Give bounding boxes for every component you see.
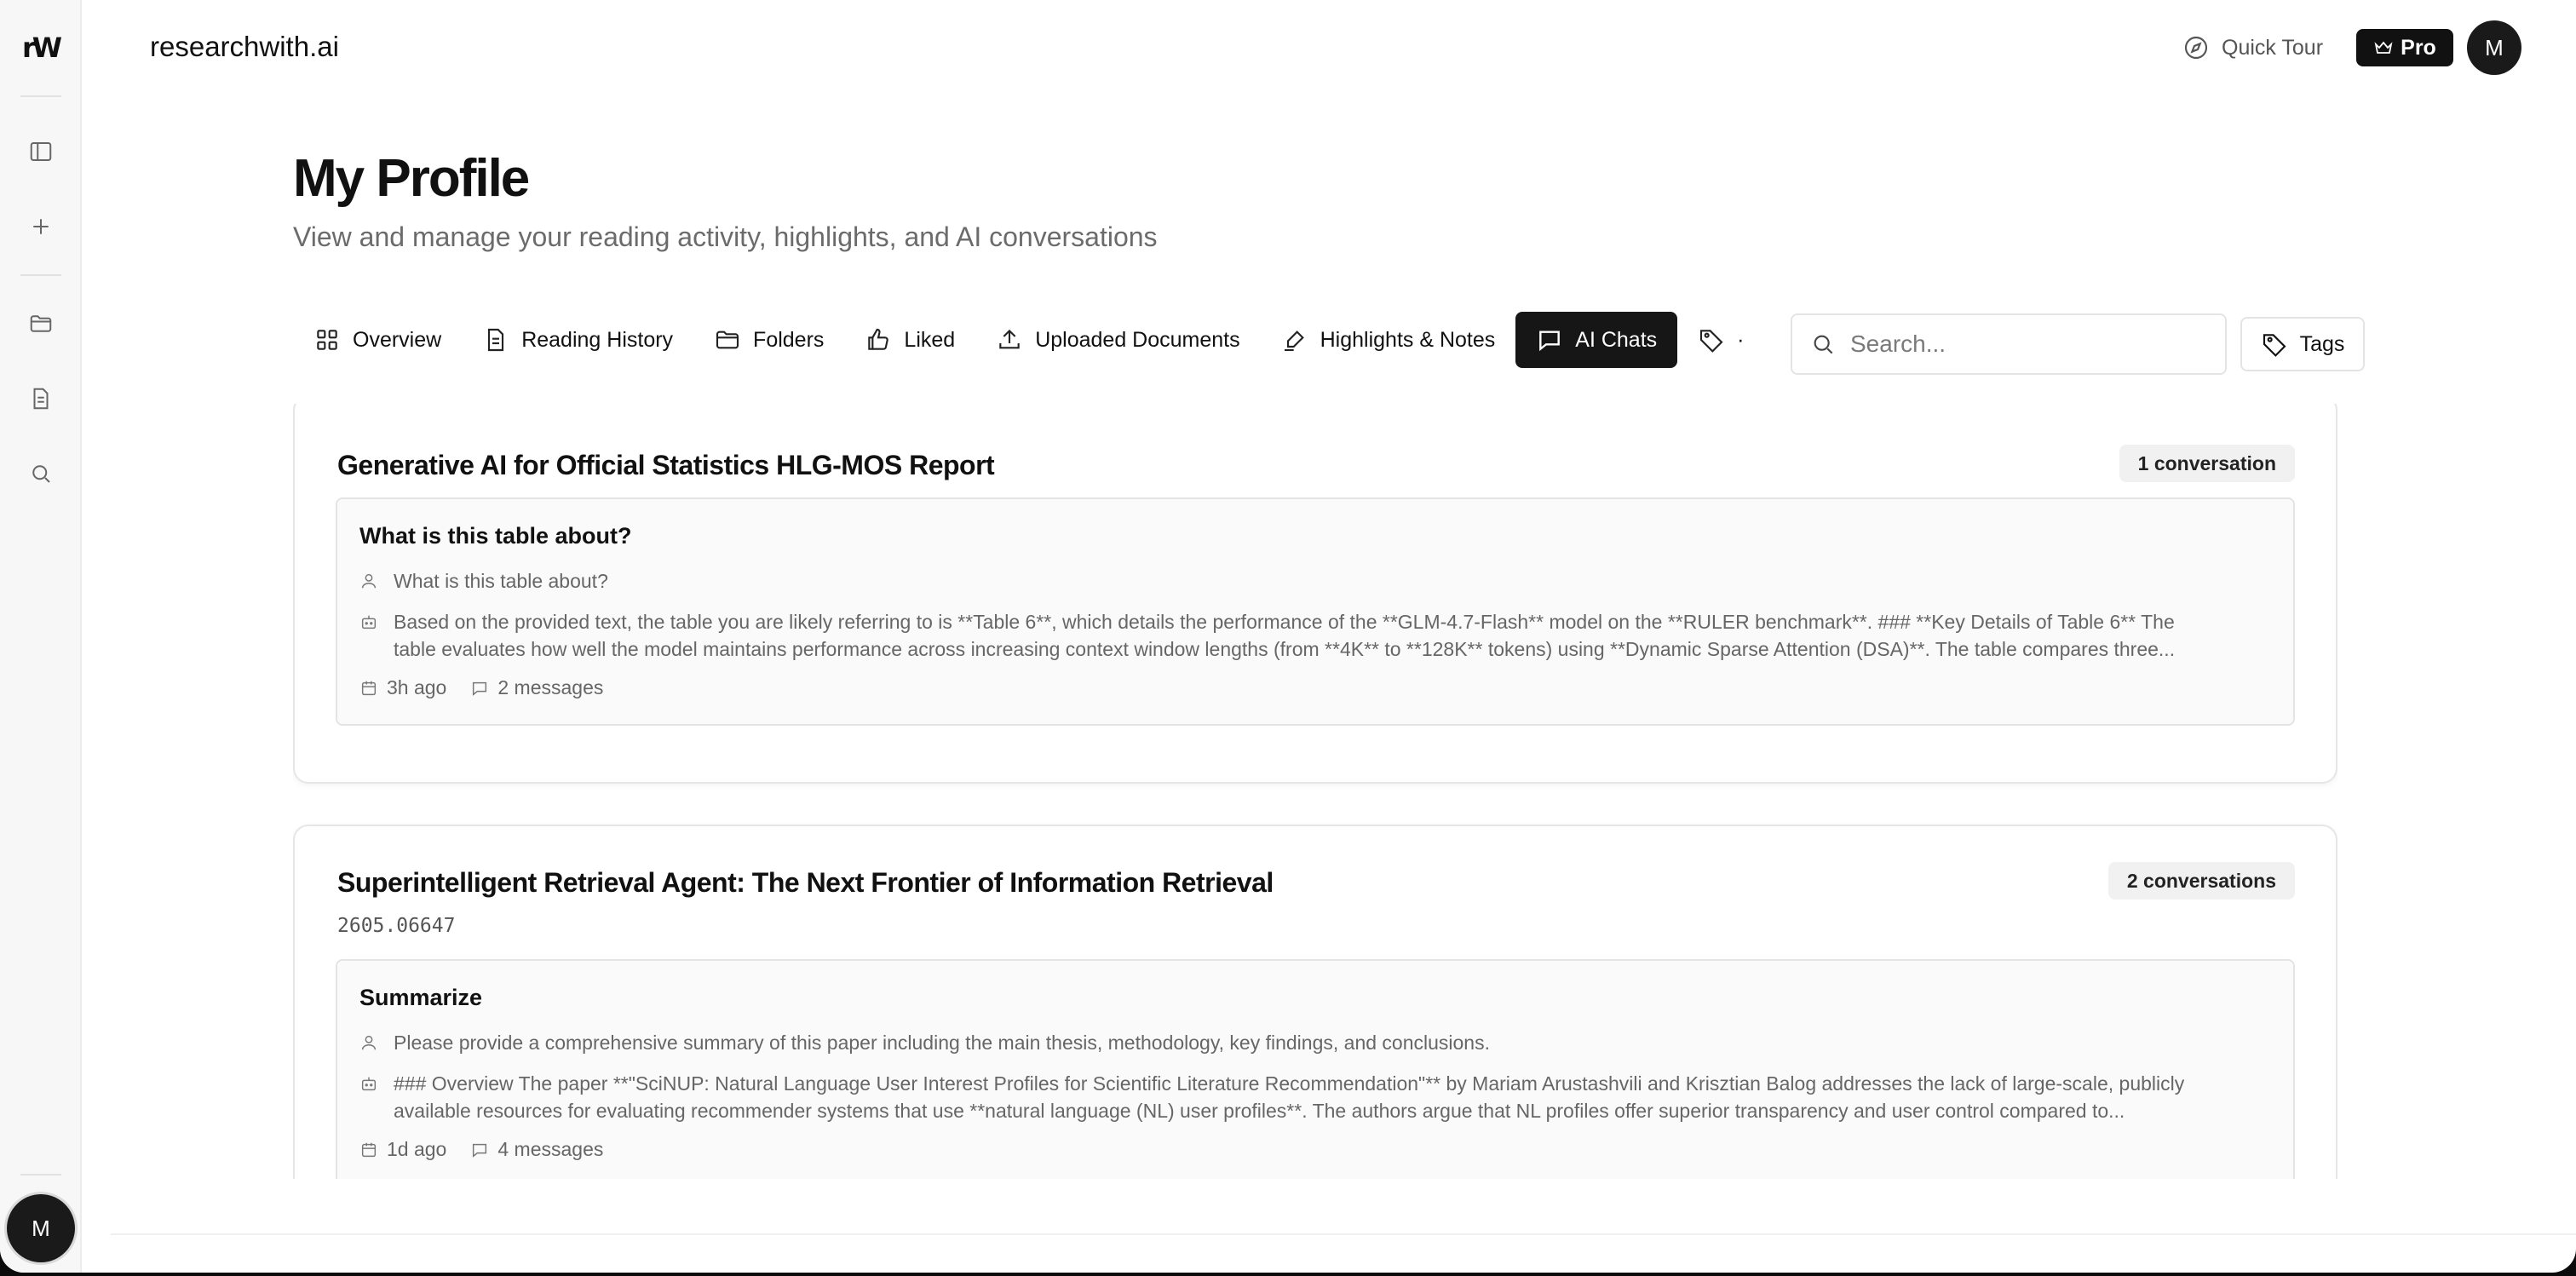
tab-label: AI Chats <box>1575 327 1658 352</box>
document-icon <box>488 328 504 352</box>
pro-button[interactable]: Pro <box>2356 29 2453 66</box>
tab-label: Liked <box>904 327 956 352</box>
document-icon[interactable] <box>24 382 58 416</box>
tag-icon <box>2263 334 2286 357</box>
user-avatar[interactable]: M <box>2467 20 2521 75</box>
tab-label: Overview <box>353 327 442 352</box>
chat-icon <box>473 681 487 696</box>
calendar-icon <box>361 681 377 695</box>
user-icon <box>361 1035 377 1050</box>
tab-label: Reading History <box>521 327 674 352</box>
ai-message-text: Based on the provided text, the table yo… <box>394 608 2175 663</box>
tags-button-label: Tags <box>2299 331 2345 356</box>
paper-title[interactable]: Generative AI for Official Statistics HL… <box>337 450 995 481</box>
highlighter-icon <box>1284 330 1304 352</box>
tag-icon <box>1700 330 1723 353</box>
user-message-text: Please provide a comprehensive summary o… <box>394 1032 1490 1054</box>
panel-toggle-icon[interactable] <box>24 135 58 169</box>
ai-message-line: table evaluates how well the model maint… <box>394 638 2176 660</box>
compass-icon <box>2184 36 2208 60</box>
sidebar-avatar[interactable]: M <box>7 1194 75 1262</box>
messages-label: 2 messages <box>497 676 604 698</box>
chat-icon <box>1539 330 1561 352</box>
profile-tabs: Overview Reading History Folders Liked U… <box>293 312 1767 368</box>
tab-ai-chats[interactable]: AI Chats <box>1515 312 1678 368</box>
tab-highlights-notes[interactable]: Highlights & Notes <box>1261 312 1516 368</box>
tab-reading-history[interactable]: Reading History <box>462 312 693 368</box>
conversation-item[interactable]: What is this table about? What is this t… <box>336 497 2295 726</box>
footer-divider <box>111 1233 2576 1235</box>
brand-name[interactable]: researchwith.ai <box>150 31 339 63</box>
page-subtitle: View and manage your reading activity, h… <box>293 221 1158 252</box>
page-title: My Profile <box>293 149 530 208</box>
tab-label: Highlights & Notes <box>1320 327 1496 352</box>
quick-tour-button[interactable]: Quick Tour <box>2182 31 2323 65</box>
messages-label: 4 messages <box>497 1138 604 1160</box>
conversation-meta: 3h ago 2 messages <box>359 676 603 699</box>
messages-meta: 4 messages <box>470 1138 603 1161</box>
folder-icon <box>716 330 739 349</box>
tab-label: Folders <box>753 327 825 352</box>
messages-meta: 2 messages <box>470 676 603 699</box>
ai-message-text: ### Overview The paper **"SciNUP: Natura… <box>394 1070 2184 1124</box>
paper-card: Superintelligent Retrieval Agent: The Ne… <box>293 825 2337 1179</box>
ai-chats-list: Generative AI for Official Statistics HL… <box>293 404 2337 1179</box>
user-message: What is this table about? <box>359 567 2276 595</box>
chat-icon <box>473 1143 487 1158</box>
search-icon <box>1814 335 1833 354</box>
ai-message: Based on the provided text, the table yo… <box>359 608 2276 663</box>
bot-icon <box>361 615 377 629</box>
tab-tags[interactable]: · <box>1677 312 1744 368</box>
conversation-title: Summarize <box>359 985 483 1010</box>
tab-label: · <box>1737 327 1745 352</box>
tags-button[interactable]: Tags <box>2240 317 2365 371</box>
tab-uploaded-documents[interactable]: Uploaded Documents <box>975 312 1260 368</box>
time-meta: 3h ago <box>359 676 446 699</box>
folder-icon[interactable] <box>24 307 58 341</box>
conversation-title: What is this table about? <box>359 523 632 549</box>
sidebar-divider <box>20 274 61 276</box>
ai-message: ### Overview The paper **"SciNUP: Natura… <box>359 1070 2276 1124</box>
grid-icon <box>317 330 337 350</box>
upload-icon <box>999 329 1020 349</box>
time-label: 3h ago <box>387 676 447 698</box>
ai-message-line: Based on the provided text, the table yo… <box>394 611 2175 633</box>
search-input[interactable] <box>1850 330 2208 358</box>
bot-icon <box>361 1077 377 1091</box>
user-icon <box>361 573 377 589</box>
user-message: Please provide a comprehensive summary o… <box>359 1029 2276 1056</box>
ai-message-line: ### Overview The paper **"SciNUP: Natura… <box>394 1072 2185 1095</box>
quick-tour-label: Quick Tour <box>2222 35 2324 60</box>
app-logo[interactable]: rW <box>22 32 62 63</box>
crown-icon <box>2374 41 2393 54</box>
search-icon[interactable] <box>24 457 58 491</box>
pro-label: Pro <box>2401 35 2436 60</box>
ai-message-line: available resources for evaluating recom… <box>394 1100 2125 1122</box>
tab-folders[interactable]: Folders <box>693 312 844 368</box>
app-window: rW M researchwith.ai Quick Tour Pro M My… <box>0 0 2576 1273</box>
thumbs-up-icon <box>868 328 889 350</box>
time-label: 1d ago <box>387 1138 447 1160</box>
sidebar-divider <box>20 95 61 97</box>
paper-title[interactable]: Superintelligent Retrieval Agent: The Ne… <box>337 867 1274 899</box>
calendar-icon <box>361 1142 377 1157</box>
tab-liked[interactable]: Liked <box>844 312 975 368</box>
conversation-meta: 1d ago 4 messages <box>359 1138 603 1161</box>
user-message-text: What is this table about? <box>394 570 608 592</box>
conversation-count-badge: 2 conversations <box>2107 862 2295 900</box>
tab-overview[interactable]: Overview <box>293 312 462 368</box>
time-meta: 1d ago <box>359 1138 446 1161</box>
sidebar: rW M <box>0 0 82 1273</box>
conversation-item[interactable]: Summarize Please provide a comprehensive… <box>336 959 2295 1179</box>
paper-card: Generative AI for Official Statistics HL… <box>293 404 2337 784</box>
arxiv-id[interactable]: 2605.06647 <box>337 915 455 937</box>
search-field[interactable] <box>1791 313 2227 375</box>
sidebar-divider <box>20 1174 61 1175</box>
conversation-count-badge: 1 conversation <box>2119 445 2295 482</box>
tab-label: Uploaded Documents <box>1035 327 1240 352</box>
new-chat-plus-icon[interactable] <box>24 210 58 244</box>
